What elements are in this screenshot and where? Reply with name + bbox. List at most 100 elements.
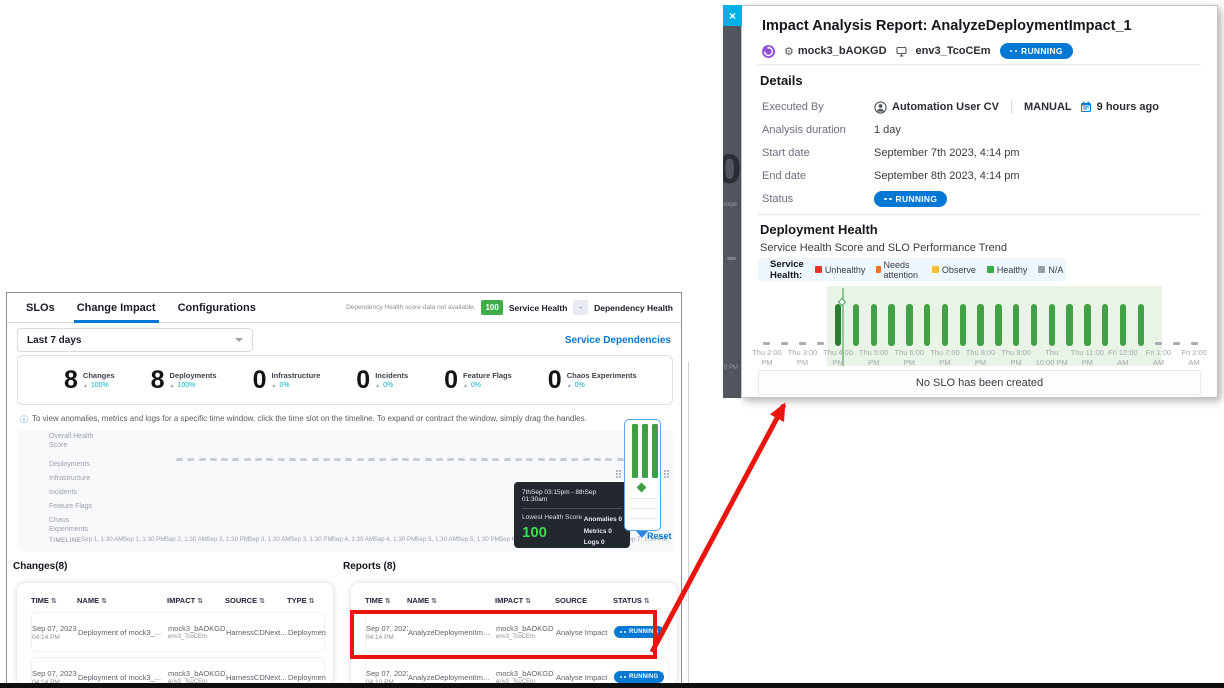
impact-environment: env3_TcoCEm <box>168 634 222 640</box>
table-row[interactable]: Sep 07, 202304:14 PMDeployment of mock3_… <box>31 612 325 652</box>
table-row[interactable]: Sep 07, 202304:14 PMDeployment of mock3_… <box>31 657 325 685</box>
table-row[interactable]: Sep 07, 202304:10 PMAnalyzeDeploymentIm.… <box>365 657 669 685</box>
na-dash <box>799 342 806 345</box>
health-na-dash <box>255 458 262 461</box>
metric-delta: ▲0% <box>375 382 408 389</box>
up-arrow-icon: ▲ <box>170 383 175 389</box>
health-na-dash <box>504 458 511 461</box>
selection-left-handle[interactable] <box>616 470 621 478</box>
metric-side: Chaos Experiments▲0% <box>567 371 637 389</box>
metric-label: Feature Flags <box>463 371 512 380</box>
service-dependencies-link[interactable]: Service Dependencies <box>565 335 671 346</box>
column-header-time[interactable]: TIME⇅ <box>365 596 407 605</box>
impact-service: mock3_bAOKGD <box>168 669 222 678</box>
row-date: Sep 07, 2023 <box>32 624 74 633</box>
trigger-type: MANUAL <box>1024 101 1072 113</box>
metric-delta-value: 0% <box>279 382 289 389</box>
legend-item-healthy: Healthy <box>987 265 1028 275</box>
column-header-impact[interactable]: IMPACT⇅ <box>167 596 225 605</box>
metric-delta: ▲0% <box>567 382 637 389</box>
health-score-bar <box>853 304 860 346</box>
time-range-select[interactable]: Last 7 days <box>17 328 253 352</box>
health-score-bar <box>1084 304 1091 346</box>
tick-line: Fri 2:00 <box>1174 348 1214 358</box>
column-header-impact[interactable]: IMPACT⇅ <box>495 596 555 605</box>
changes-table: TIME⇅NAME⇅IMPACT⇅SOURCE⇅TYPE⇅ Sep 07, 202… <box>17 583 333 685</box>
selection-right-handle[interactable] <box>664 470 669 478</box>
close-icon[interactable]: × <box>723 5 742 26</box>
column-header-status[interactable]: STATUS⇅ <box>613 596 673 605</box>
reset-link[interactable]: Reset <box>647 531 672 541</box>
lowest-health-score-value: 100 <box>522 524 582 541</box>
tick-line: Thu 4:00 <box>818 348 858 358</box>
health-na-dash <box>199 458 206 461</box>
divider <box>758 64 1201 65</box>
legend-label: N/A <box>1048 265 1063 275</box>
annotation-highlight-box <box>350 610 657 659</box>
x-axis-tick-label: Thu 6:00PM <box>889 348 929 368</box>
legend-title: Service Health: <box>770 259 804 281</box>
health-na-dash <box>289 458 296 461</box>
timeline-tick-label: Sep 1, 1:30 PM <box>123 536 165 543</box>
timeline-selection-window[interactable] <box>624 419 661 531</box>
cell-source: HarnessCDNext... <box>226 673 288 682</box>
lowest-health-score-label: Lowest Health Score <box>522 514 582 521</box>
tick-line: Thu 8:00 <box>961 348 1001 358</box>
tick-line: AM <box>1174 358 1214 368</box>
cell-time: Sep 07, 202304:14 PM <box>32 624 78 641</box>
details-heading: Details <box>760 73 803 88</box>
column-header-time[interactable]: TIME⇅ <box>31 596 77 605</box>
time-range-value: Last 7 days <box>27 335 81 346</box>
health-na-dash <box>515 458 522 461</box>
tick-line: Thu 6:00 <box>889 348 929 358</box>
column-label: STATUS <box>613 596 642 605</box>
dashboard-tabbar: SLOsChange ImpactConfigurations Dependen… <box>7 293 681 323</box>
tab-slos[interactable]: SLOs <box>15 293 66 322</box>
cell-source: Analyse Impact <box>556 673 614 682</box>
health-na-dash <box>583 458 590 461</box>
x-axis-tick-label: Thu 5:00PM <box>854 348 894 368</box>
tick-line: PM <box>1067 358 1107 368</box>
tick-line: Thu <box>1032 348 1072 358</box>
screenshot-canvas: SLOsChange ImpactConfigurations Dependen… <box>0 0 1224 688</box>
metric-delta-value: 100% <box>177 382 195 389</box>
x-axis-tick-label: Thu10:00 PM <box>1032 348 1072 368</box>
user-icon <box>874 101 887 114</box>
impact-service: mock3_bAOKGD <box>496 669 552 678</box>
environment-icon <box>896 46 907 57</box>
column-header-source[interactable]: SOURCE⇅ <box>225 596 287 605</box>
sort-icon: ⇅ <box>101 598 107 605</box>
x-axis-tick-label: Thu 8:00PM <box>961 348 1001 368</box>
column-label: SOURCE <box>555 596 587 605</box>
health-na-dash <box>266 458 273 461</box>
health-score-bar <box>977 304 984 346</box>
divider <box>758 214 1201 215</box>
row-time: 04:14 PM <box>32 634 74 641</box>
column-header-name[interactable]: NAME⇅ <box>407 596 495 605</box>
na-dash <box>1173 342 1180 345</box>
executed-time-ago: 9 hours ago <box>1097 101 1159 113</box>
health-score-bar <box>888 304 895 346</box>
calendar-icon <box>1080 101 1092 113</box>
metric-changes: 8Changes▲100% <box>64 368 115 393</box>
column-header-type[interactable]: TYPE⇅ <box>287 596 325 605</box>
health-score-bar <box>924 304 931 346</box>
health-na-dash <box>210 458 217 461</box>
tooltip-anomalies: Anomalies 0 <box>584 514 622 526</box>
column-header-name[interactable]: NAME⇅ <box>77 596 167 605</box>
sort-icon: ⇅ <box>385 598 391 605</box>
tab-configurations[interactable]: Configurations <box>167 293 267 322</box>
health-score-na-row <box>176 458 628 461</box>
service-source-icon <box>762 45 775 58</box>
deployment-bar <box>642 424 648 478</box>
timeline-panel: Overall Health Score Deployments Infrast… <box>17 430 673 551</box>
legend-item-needs-attention: Needs attention <box>876 260 921 280</box>
tick-line: PM <box>854 358 894 368</box>
tab-change-impact[interactable]: Change Impact <box>66 293 167 322</box>
row-label-overall-health-score: Overall Health Score <box>49 433 101 451</box>
metric-infrastructure: 0Infrastructure▲0% <box>253 368 321 393</box>
window-edge-line <box>688 362 689 683</box>
legend-swatch <box>987 266 994 273</box>
analysis-duration-value: 1 day <box>874 124 901 136</box>
tick-line: AM <box>1139 358 1179 368</box>
